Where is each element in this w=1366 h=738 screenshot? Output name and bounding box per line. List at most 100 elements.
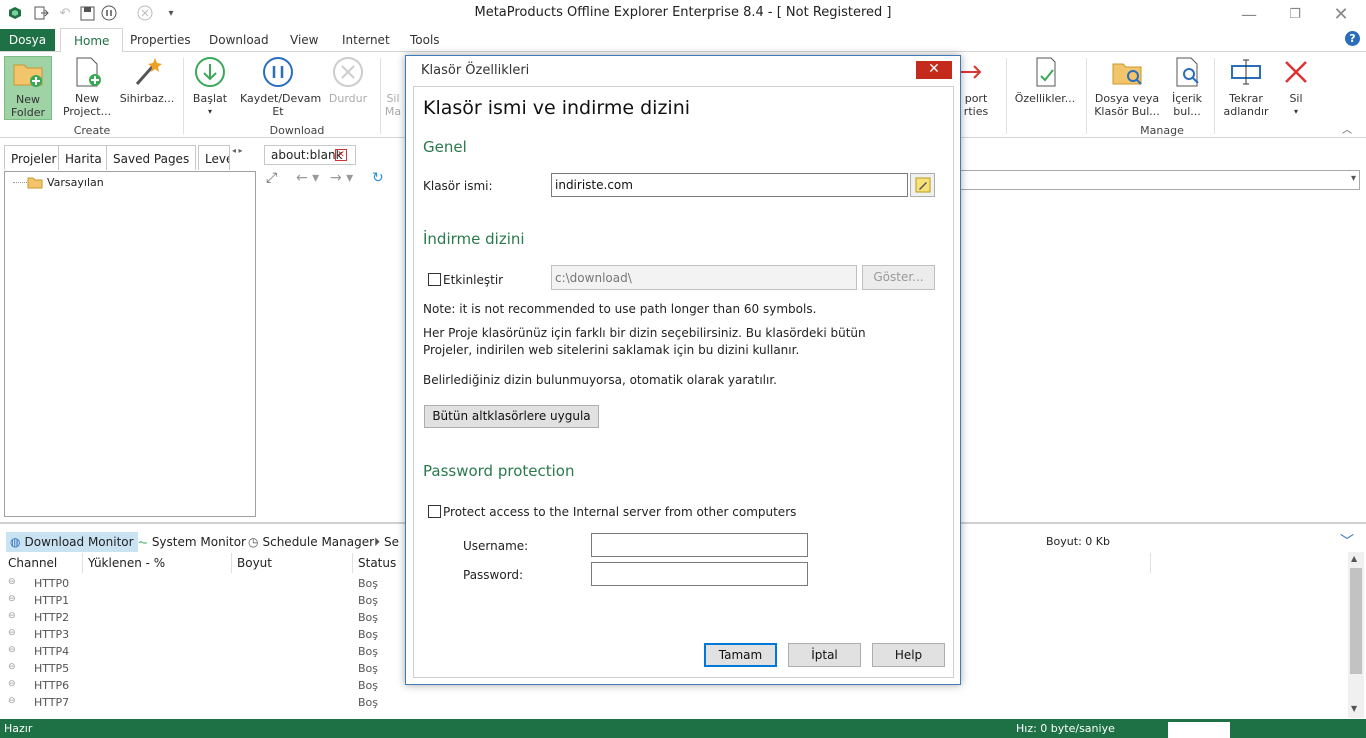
enable-checkbox[interactable] <box>428 273 441 286</box>
ribbon-separator <box>1086 58 1087 134</box>
chevron-down-icon[interactable]: ▾ <box>1351 173 1356 184</box>
collapse-ribbon-icon[interactable]: ︿ <box>1342 121 1352 136</box>
tab-download-monitor[interactable]: ◍ Download Monitor <box>6 532 138 552</box>
protect-label: Protect access to the Internal server fr… <box>443 505 797 519</box>
scroll-up-icon[interactable]: ▲ <box>1351 554 1357 563</box>
export-button[interactable]: port rties <box>956 56 996 120</box>
info-line-3: Belirlediğiniz dizin bulunmuyorsa, otoma… <box>423 373 777 387</box>
channel-status-icon: ⊖ <box>8 628 16 638</box>
wand-icon <box>131 56 163 88</box>
minimize-button[interactable]: — <box>1226 0 1272 28</box>
tab-saved-pages[interactable]: Saved Pages <box>106 145 197 170</box>
tab-levels[interactable]: Leve <box>198 145 230 170</box>
section-password: Password protection <box>423 462 575 480</box>
col-header-status[interactable]: Status <box>358 556 396 570</box>
delete-button[interactable]: Sil ▾ <box>1276 56 1316 120</box>
vertical-scrollbar[interactable]: ▲ ▼ <box>1348 552 1364 718</box>
dialog-close-button[interactable]: ✕ <box>916 61 952 79</box>
address-bar[interactable]: ▾ <box>958 170 1360 190</box>
channel-status-icon: ⊖ <box>8 594 16 604</box>
stop-button[interactable]: Durdur <box>318 56 378 120</box>
find-file-button[interactable]: Dosya veya Klasör Bul... <box>1094 56 1160 120</box>
username-input[interactable] <box>591 533 808 557</box>
tab-more[interactable]: ⏵ Se <box>370 532 408 552</box>
tab-system-monitor[interactable]: ⏦ System Monitor <box>134 532 250 552</box>
wizard-button[interactable]: Sihirbaz... <box>116 56 178 120</box>
new-folder-button[interactable]: New Folder <box>4 56 52 120</box>
table-row[interactable]: HTTP0 <box>34 577 69 590</box>
row-status: Boş <box>358 577 379 590</box>
row-status: Boş <box>358 679 379 692</box>
start-button[interactable]: Başlat ▾ <box>184 56 236 120</box>
password-label: Password: <box>463 568 524 582</box>
content-search-icon <box>1171 56 1203 88</box>
section-general: Genel <box>423 138 467 156</box>
table-row[interactable]: HTTP7 <box>34 696 69 709</box>
tab-schedule-manager[interactable]: ◷ Schedule Manager <box>244 532 378 552</box>
tree-item-default[interactable]: Varsayılan <box>47 176 104 189</box>
tab-download[interactable]: Download <box>209 33 269 47</box>
clock-icon: ◷ <box>248 535 259 549</box>
tab-properties[interactable]: Properties <box>130 33 191 47</box>
folder-name-input[interactable] <box>551 173 908 197</box>
tab-home[interactable]: Home <box>60 28 124 53</box>
cancel-button[interactable]: İptal <box>788 643 861 667</box>
close-window-button[interactable]: ✕ <box>1318 0 1364 28</box>
browser-tab-title: about:blank <box>271 148 343 162</box>
table-row[interactable]: HTTP4 <box>34 645 69 658</box>
table-row[interactable]: HTTP5 <box>34 662 69 675</box>
download-path-input[interactable] <box>551 265 857 290</box>
scroll-down-icon[interactable]: ▼ <box>1351 704 1357 713</box>
folder-search-icon <box>1111 56 1143 88</box>
browser-tab[interactable]: about:blank ✕ <box>264 145 356 165</box>
tab-internet[interactable]: Internet <box>342 33 390 47</box>
password-input[interactable] <box>591 562 808 586</box>
tab-view[interactable]: View <box>290 33 318 47</box>
protect-checkbox[interactable] <box>428 505 441 518</box>
more-tab-label: Se <box>384 535 400 549</box>
tab-tools[interactable]: Tools <box>410 33 440 47</box>
edit-name-button[interactable] <box>910 173 935 197</box>
stop-icon <box>332 56 364 88</box>
close-tab-icon[interactable]: ✕ <box>335 149 347 161</box>
file-tab[interactable]: Dosya <box>0 29 55 51</box>
browse-button[interactable]: Göster... <box>862 265 935 290</box>
play-circle-icon: ⏵ <box>374 534 381 549</box>
new-project-button[interactable]: New Project... <box>56 56 118 120</box>
help-button[interactable]: Help <box>872 643 945 667</box>
title-bar: ↶ ▾ MetaProducts Offline Explorer Enterp… <box>0 0 1366 28</box>
rename-icon <box>1230 56 1262 88</box>
save-resume-button[interactable]: Kaydet/Devam Et <box>240 56 321 120</box>
scroll-thumb[interactable] <box>1350 568 1362 674</box>
col-divider <box>352 553 353 573</box>
tab-map[interactable]: Harita <box>58 145 109 170</box>
col-header-loaded[interactable]: Yüklenen - % <box>88 556 165 570</box>
forward-icon[interactable]: → ▾ <box>330 170 353 186</box>
table-row[interactable]: HTTP6 <box>34 679 69 692</box>
help-icon[interactable]: ? <box>1345 31 1360 46</box>
col-header-channel[interactable]: Channel <box>8 556 57 570</box>
tab-scroll-icon[interactable]: ◂ ▸ <box>232 146 243 155</box>
partial-button[interactable]: Sil Ma <box>382 56 404 120</box>
refresh-icon[interactable]: ↻ <box>372 170 384 186</box>
panel-collapse-icon[interactable]: ﹀ <box>1340 531 1354 551</box>
fullscreen-icon[interactable]: ⤢ <box>266 170 277 186</box>
project-tree: Varsayılan <box>4 171 256 517</box>
table-row[interactable]: HTTP2 <box>34 611 69 624</box>
rename-label: Tekrar adlandır <box>1223 92 1269 118</box>
restore-button[interactable]: ❐ <box>1272 0 1318 28</box>
table-row[interactable]: HTTP3 <box>34 628 69 641</box>
col-header-size[interactable]: Boyut <box>237 556 272 570</box>
properties-button[interactable]: Özellikler... <box>1012 56 1078 120</box>
rename-button[interactable]: Tekrar adlandır <box>1218 56 1274 120</box>
row-status: Boş <box>358 594 379 607</box>
find-content-button[interactable]: İçerik bul... <box>1164 56 1210 120</box>
back-icon[interactable]: ← ▾ <box>296 170 319 186</box>
table-row[interactable]: HTTP1 <box>34 594 69 607</box>
row-status: Boş <box>358 696 379 709</box>
apply-subfolders-button[interactable]: Bütün altklasörlere uygula <box>424 405 599 428</box>
ok-button[interactable]: Tamam <box>704 643 777 667</box>
tab-projects[interactable]: Projeler <box>4 145 64 170</box>
speed-text: Hız: 0 byte/saniye <box>1016 722 1115 735</box>
path-note: Note: it is not recommended to use path … <box>423 302 817 316</box>
